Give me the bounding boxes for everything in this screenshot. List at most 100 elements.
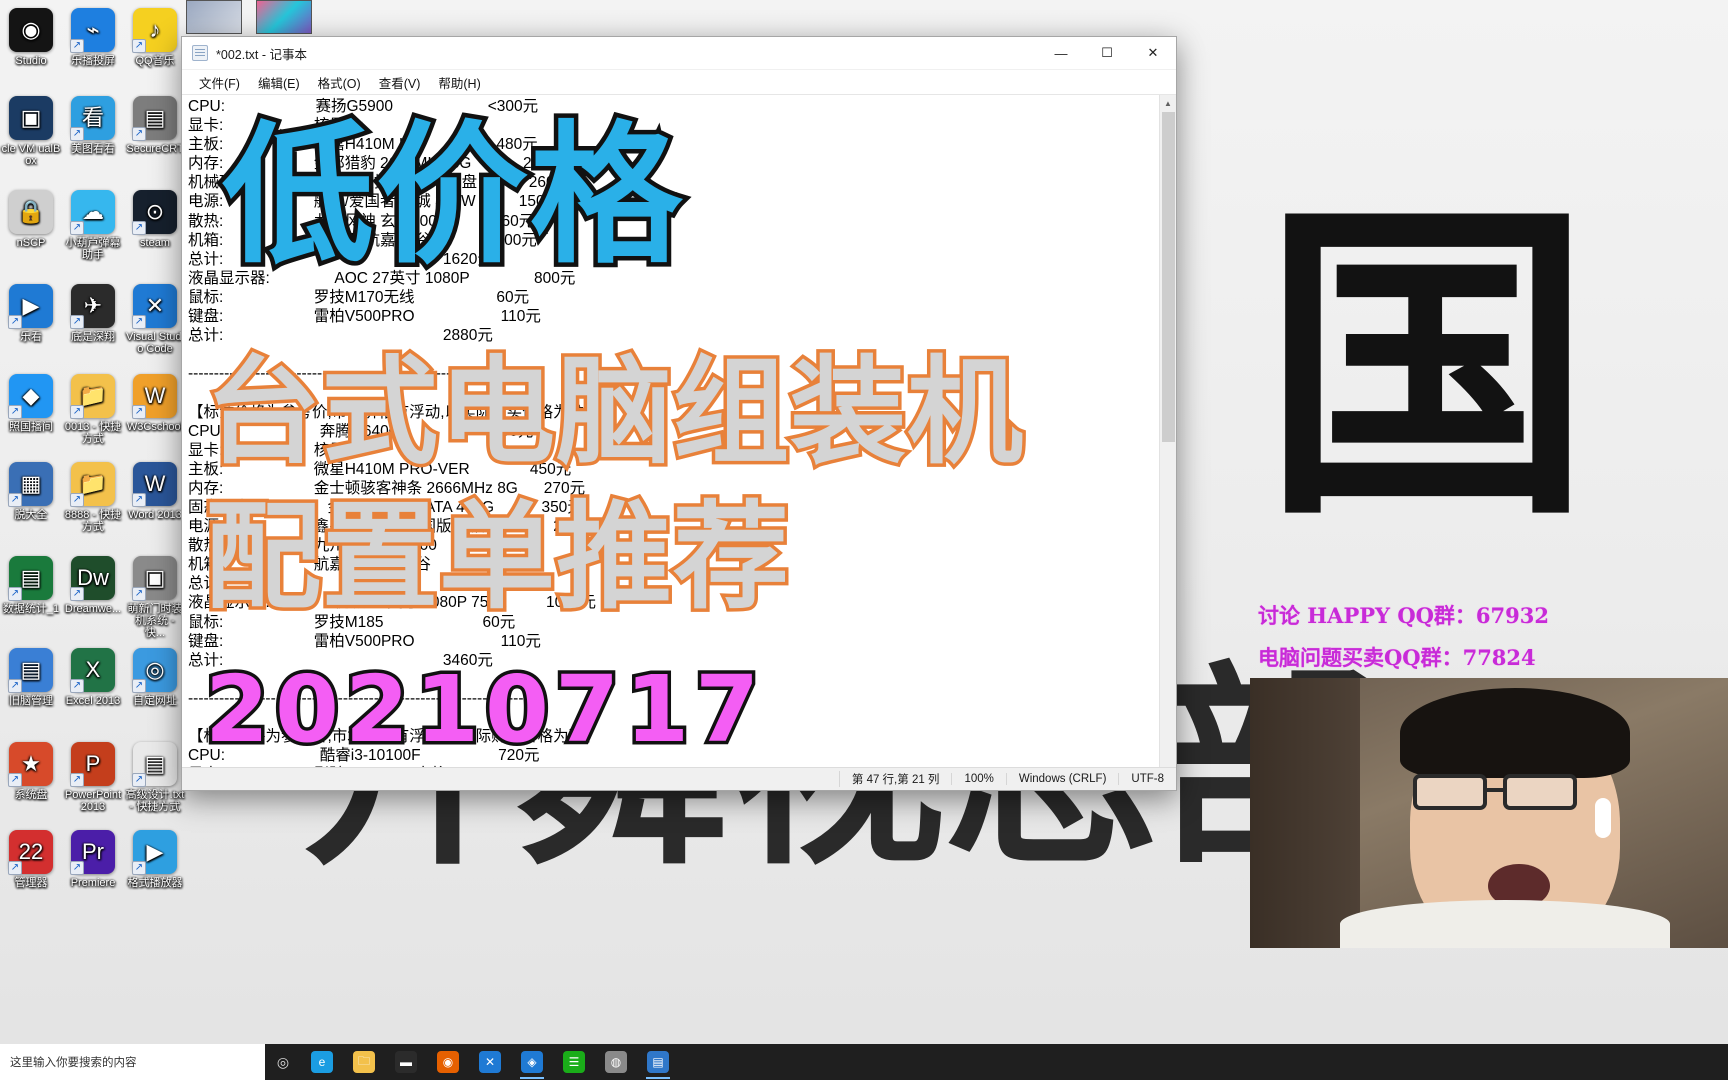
desktop-icon-glyph: ♪ ↗ xyxy=(132,8,177,53)
shortcut-arrow-icon: ↗ xyxy=(70,493,84,507)
desktop-icon-label: 旧脑管理 xyxy=(9,695,53,707)
shortcut-arrow-icon: ↗ xyxy=(70,127,84,141)
desktop-icon[interactable]: X ↗ Excel 2013 xyxy=(62,648,124,707)
desktop-icon[interactable]: ▶ ↗ 格式播放器 xyxy=(124,830,186,889)
desktop-icon-glyph: ✕ ↗ xyxy=(132,284,177,329)
shortcut-arrow-icon: ↗ xyxy=(132,587,146,601)
menu-view[interactable]: 查看(V) xyxy=(370,71,430,94)
webcam-hair xyxy=(1400,688,1630,778)
desktop-icon[interactable]: Dw ↗ Dreamwe... xyxy=(62,556,124,615)
desktop-icon-label: 照国播间 xyxy=(9,421,53,433)
desktop-icon[interactable]: ☁ ↗ 小葫芦弹幕助手 xyxy=(62,190,124,261)
desktop-icon[interactable]: ♪ ↗ QQ音乐 xyxy=(124,8,186,67)
close-button[interactable]: ✕ xyxy=(1130,37,1176,70)
taskbar-item-media[interactable]: ▬ xyxy=(385,1044,427,1080)
shortcut-arrow-icon: ↗ xyxy=(132,127,146,141)
vertical-scrollbar[interactable]: ▲ xyxy=(1159,95,1176,767)
desktop-icon[interactable]: ◉ Studio xyxy=(0,8,62,67)
desktop-icon-glyph: ◎ ↗ xyxy=(132,648,177,693)
thumbnail-window-2[interactable] xyxy=(256,0,312,34)
desktop-icon-glyph: ▤ ↗ xyxy=(132,742,177,787)
desktop-icon[interactable]: ✕ ↗ Visual Studio Code xyxy=(124,284,186,355)
shortcut-arrow-icon: ↗ xyxy=(132,679,146,693)
menu-file[interactable]: 文件(F) xyxy=(190,71,249,94)
taskbar-item-notepad[interactable]: ▤ xyxy=(637,1044,679,1080)
desktop-icon[interactable]: 📁 ↗ 0013 - 快捷方式 xyxy=(62,374,124,445)
media-icon: ▬ xyxy=(395,1051,417,1073)
notepad-menubar[interactable]: 文件(F) 编辑(E) 格式(O) 查看(V) 帮助(H) xyxy=(182,70,1176,94)
taskbar-item-vscode[interactable]: ✕ xyxy=(469,1044,511,1080)
minimize-button[interactable]: — xyxy=(1038,37,1084,70)
cursor-position: 第 47 行,第 21 列 xyxy=(838,771,952,787)
desktop-icon[interactable]: 🔒 nSCP xyxy=(0,190,62,249)
shortcut-arrow-icon: ↗ xyxy=(70,861,84,875)
notepad-titlebar[interactable]: *002.txt - 记事本 — ☐ ✕ xyxy=(182,37,1176,70)
taskbar-item-firefox[interactable]: ◉ xyxy=(427,1044,469,1080)
desktop-icon-label: 管理器 xyxy=(14,877,48,889)
desktop-icon[interactable]: Pr ↗ Premiere xyxy=(62,830,124,889)
desktop-icon[interactable]: P ↗ PowerPoint 2013 xyxy=(62,742,124,813)
desktop-icon[interactable]: ◆ ↗ 照国播间 xyxy=(0,374,62,433)
thumbnail-window-1[interactable] xyxy=(186,0,242,34)
taskbar-item-browser2[interactable]: ◍ xyxy=(595,1044,637,1080)
desktop-icon-label: 乐看 xyxy=(20,331,42,343)
taskbar-item-wechat[interactable]: ☰ xyxy=(553,1044,595,1080)
desktop-icon[interactable]: 📁 ↗ 8888 - 快捷方式 xyxy=(62,462,124,533)
maximize-button[interactable]: ☐ xyxy=(1084,37,1130,70)
shortcut-arrow-icon: ↗ xyxy=(8,493,22,507)
shortcut-arrow-icon: ↗ xyxy=(132,493,146,507)
desktop-icon[interactable]: ⌁ ↗ 乐播投屏 xyxy=(62,8,124,67)
taskbar-item-obs[interactable]: ◈ xyxy=(511,1044,553,1080)
menu-format[interactable]: 格式(O) xyxy=(309,71,370,94)
desktop-icon[interactable]: ▤ ↗ 旧脑管理 xyxy=(0,648,62,707)
desktop-icon[interactable]: W ↗ W3Cschool xyxy=(124,374,186,433)
scroll-up-icon[interactable]: ▲ xyxy=(1160,95,1176,112)
desktop-icon-label: SecureCRT xyxy=(126,143,184,155)
overlay-headline-line2: 配置单推荐 xyxy=(202,490,793,625)
scrollbar-thumb[interactable] xyxy=(1162,112,1175,442)
desktop-icon[interactable]: 22 ↗ 管理器 xyxy=(0,830,62,889)
desktop-icon[interactable]: ▤ ↗ SecureCRT xyxy=(124,96,186,155)
desktop-icon[interactable]: ⊙ ↗ steam xyxy=(124,190,186,249)
desktop-icon[interactable]: ▣ cle VM ualBox xyxy=(0,96,62,167)
desktop-icon[interactable]: ★ ↗ 系统盘 xyxy=(0,742,62,801)
desktop-icon-label: 底是深翔 xyxy=(71,331,115,343)
desktop-icon-label: Word 2013 xyxy=(128,509,182,521)
desktop-icon-glyph: ☁ ↗ xyxy=(70,190,115,235)
desktop-icon-label: cle VM ualBox xyxy=(1,143,61,167)
webcam-glasses-right xyxy=(1503,774,1577,810)
desktop-icon-glyph: ✈ ↗ xyxy=(70,284,115,329)
desktop-icon[interactable]: ▶ ↗ 乐看 xyxy=(0,284,62,343)
shortcut-arrow-icon: ↗ xyxy=(8,587,22,601)
desktop-icon[interactable]: W ↗ Word 2013 xyxy=(124,462,186,521)
desktop-icon[interactable]: ◎ ↗ 自定网址 xyxy=(124,648,186,707)
taskbar[interactable]: 这里输入你要搜索的内容 ◎ e 🗀 ▬ ◉ ✕ ◈ ☰ ◍ ▤ xyxy=(0,1044,1728,1080)
taskbar-item-edge[interactable]: e xyxy=(301,1044,343,1080)
desktop-icon[interactable]: ▤ ↗ 数据统计_1 xyxy=(0,556,62,615)
taskbar-item-file-explorer[interactable]: 🗀 xyxy=(343,1044,385,1080)
window-controls: — ☐ ✕ xyxy=(1038,37,1176,70)
taskbar-items: e 🗀 ▬ ◉ ✕ ◈ ☰ ◍ ▤ xyxy=(301,1044,679,1080)
desktop-icon-glyph: ◆ ↗ xyxy=(8,374,53,419)
desktop-icon-glyph: ▣ xyxy=(9,96,53,140)
overlay-headline-line1: 台式电脑组装机 xyxy=(202,345,1027,480)
menu-help[interactable]: 帮助(H) xyxy=(429,71,489,94)
shortcut-arrow-icon: ↗ xyxy=(70,315,84,329)
desktop-icon[interactable]: ▤ ↗ 高级设计.txt - 快捷方式 xyxy=(124,742,186,813)
webcam-shirt xyxy=(1340,900,1670,948)
desktop-icon[interactable]: 看 ↗ 美图看看 xyxy=(62,96,124,155)
shortcut-arrow-icon: ↗ xyxy=(8,315,22,329)
desktop-icon[interactable]: ▦ ↗ 脱大全 xyxy=(0,462,62,521)
menu-edit[interactable]: 编辑(E) xyxy=(249,71,309,94)
desktop-icon[interactable]: ▣ ↗ 萌新门时装机系统 - 快... xyxy=(124,556,186,639)
shortcut-arrow-icon: ↗ xyxy=(132,773,146,787)
zoom-level[interactable]: 100% xyxy=(951,773,1005,785)
webcam-overlay xyxy=(1250,678,1728,948)
shortcut-arrow-icon: ↗ xyxy=(132,405,146,419)
cortana-icon[interactable]: ◎ xyxy=(265,1044,301,1080)
desktop[interactable]: 国 开舞视忽部 ◉Studio⌁↗乐播投屏♪↗QQ音乐▣cle VM ualBo… xyxy=(0,0,1728,1080)
overlay-headline-blue: 低价格 xyxy=(218,107,687,284)
desktop-icon-label: 数据统计_1 xyxy=(2,603,60,615)
search-input[interactable]: 这里输入你要搜索的内容 xyxy=(0,1044,265,1080)
desktop-icon[interactable]: ✈ ↗ 底是深翔 xyxy=(62,284,124,343)
